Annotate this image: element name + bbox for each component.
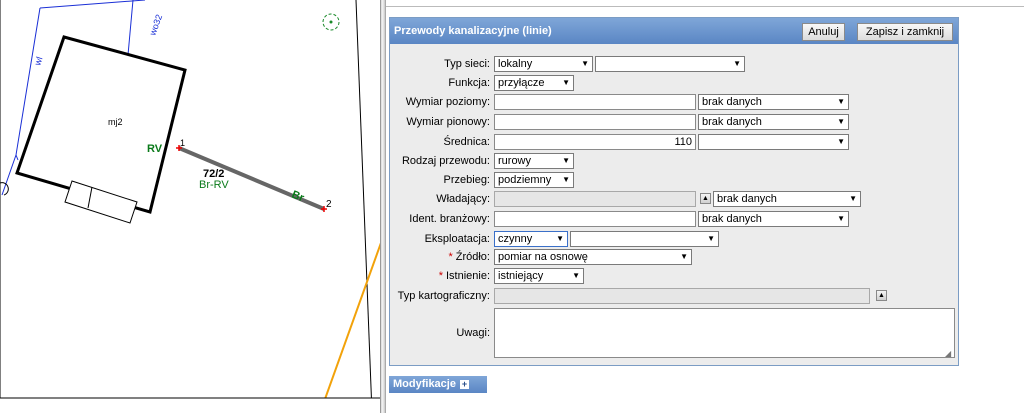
diameter-input[interactable]: 110 (494, 134, 696, 150)
pipe-kind-select[interactable]: rurowy ▼ (494, 153, 574, 169)
operation-detail-select[interactable]: ▼ (570, 231, 719, 247)
chevron-down-icon: ▼ (562, 175, 570, 184)
chevron-up-icon[interactable]: ▲ (876, 290, 887, 301)
chevron-down-icon: ▼ (837, 137, 845, 146)
network-type-label: Typ sieci: (444, 58, 490, 70)
chevron-down-icon: ▼ (849, 194, 857, 203)
operation-label: Eksploatacja: (424, 233, 490, 245)
resize-grip-icon[interactable]: ◢ (945, 349, 951, 358)
chevron-down-icon: ▼ (837, 97, 845, 106)
chevron-down-icon: ▼ (572, 271, 580, 280)
vertical-dimension-label: Wymiar pionowy: (406, 116, 490, 128)
vertical-dimension-unit-select[interactable]: brak danych ▼ (698, 114, 849, 130)
vertical-dimension-input[interactable] (494, 114, 696, 130)
owner-input (494, 191, 696, 207)
cancel-button[interactable]: Anuluj (802, 23, 845, 41)
chevron-down-icon: ▼ (556, 234, 564, 243)
industry-id-select[interactable]: brak danych ▼ (698, 211, 849, 227)
chevron-down-icon: ▼ (581, 59, 589, 68)
cartographic-type-input (494, 288, 870, 304)
existence-select[interactable]: istniejący ▼ (494, 268, 584, 284)
chevron-down-icon: ▼ (733, 59, 741, 68)
industry-id-label: Ident. branżowy: (409, 213, 490, 225)
required-marker: * (448, 251, 453, 263)
required-marker: * (438, 270, 443, 282)
pipe-kind-label: Rodzaj przewodu: (401, 155, 490, 167)
function-select[interactable]: przyłącze ▼ (494, 75, 574, 91)
routing-label: Przebieg: (443, 174, 490, 186)
save-and-close-button[interactable]: Zapisz i zamknij (857, 23, 953, 41)
top-toolbar-strip (386, 0, 1024, 7)
chevron-down-icon: ▼ (707, 234, 715, 243)
diameter-unit-select[interactable]: ▼ (698, 134, 849, 150)
chevron-down-icon: ▼ (562, 156, 570, 165)
horizontal-dimension-input[interactable] (494, 94, 696, 110)
form-header: Przewody kanalizacyjne (linie) Anuluj Za… (390, 18, 958, 44)
existence-label: * Istnienie: (438, 270, 490, 282)
chevron-down-icon: ▼ (837, 214, 845, 223)
function-label: Funkcja: (448, 77, 490, 89)
line-label: Br-RV (199, 179, 229, 191)
wo32-label: wo32 (147, 13, 164, 38)
horizontal-dimension-label: Wymiar poziomy: (405, 96, 490, 108)
owner-label: Władający: (436, 193, 490, 205)
rv-label: RV (147, 143, 163, 155)
notes-label: Uwagi: (456, 327, 490, 339)
network-type-detail-select[interactable]: ▼ (595, 56, 745, 72)
node-1-label: 1 (180, 138, 185, 148)
owner-select[interactable]: brak danych ▼ (713, 191, 861, 207)
industry-id-input[interactable] (494, 211, 696, 227)
plus-icon: + (459, 378, 469, 389)
chevron-down-icon: ▼ (837, 117, 845, 126)
source-label: * Źródło: (448, 251, 490, 263)
operation-select[interactable]: czynny ▼ (494, 231, 568, 247)
horizontal-dimension-unit-select[interactable]: brak danych ▼ (698, 94, 849, 110)
diameter-label: Średnica: (443, 136, 490, 148)
chevron-up-icon[interactable]: ▲ (700, 193, 711, 204)
cartographic-type-label: Typ kartograficzny: (397, 290, 490, 302)
form-title: Przewody kanalizacyjne (linie) (394, 25, 552, 37)
wl-label: wl (32, 55, 44, 67)
source-select[interactable]: pomiar na osnowę ▼ (494, 249, 692, 265)
building-label: mj2 (108, 117, 123, 127)
chevron-down-icon: ▼ (680, 252, 688, 261)
routing-select[interactable]: podziemny ▼ (494, 172, 574, 188)
chevron-down-icon: ▼ (562, 78, 570, 87)
notes-textarea[interactable] (494, 308, 955, 358)
network-type-select[interactable]: lokalny ▼ (494, 56, 593, 72)
pipe-attributes-form: Przewody kanalizacyjne (linie) Anuluj Za… (389, 17, 959, 366)
attributes-panel: Przewody kanalizacyjne (linie) Anuluj Za… (386, 0, 1024, 413)
modifications-section-toggle[interactable]: Modyfikacje + (389, 376, 487, 393)
